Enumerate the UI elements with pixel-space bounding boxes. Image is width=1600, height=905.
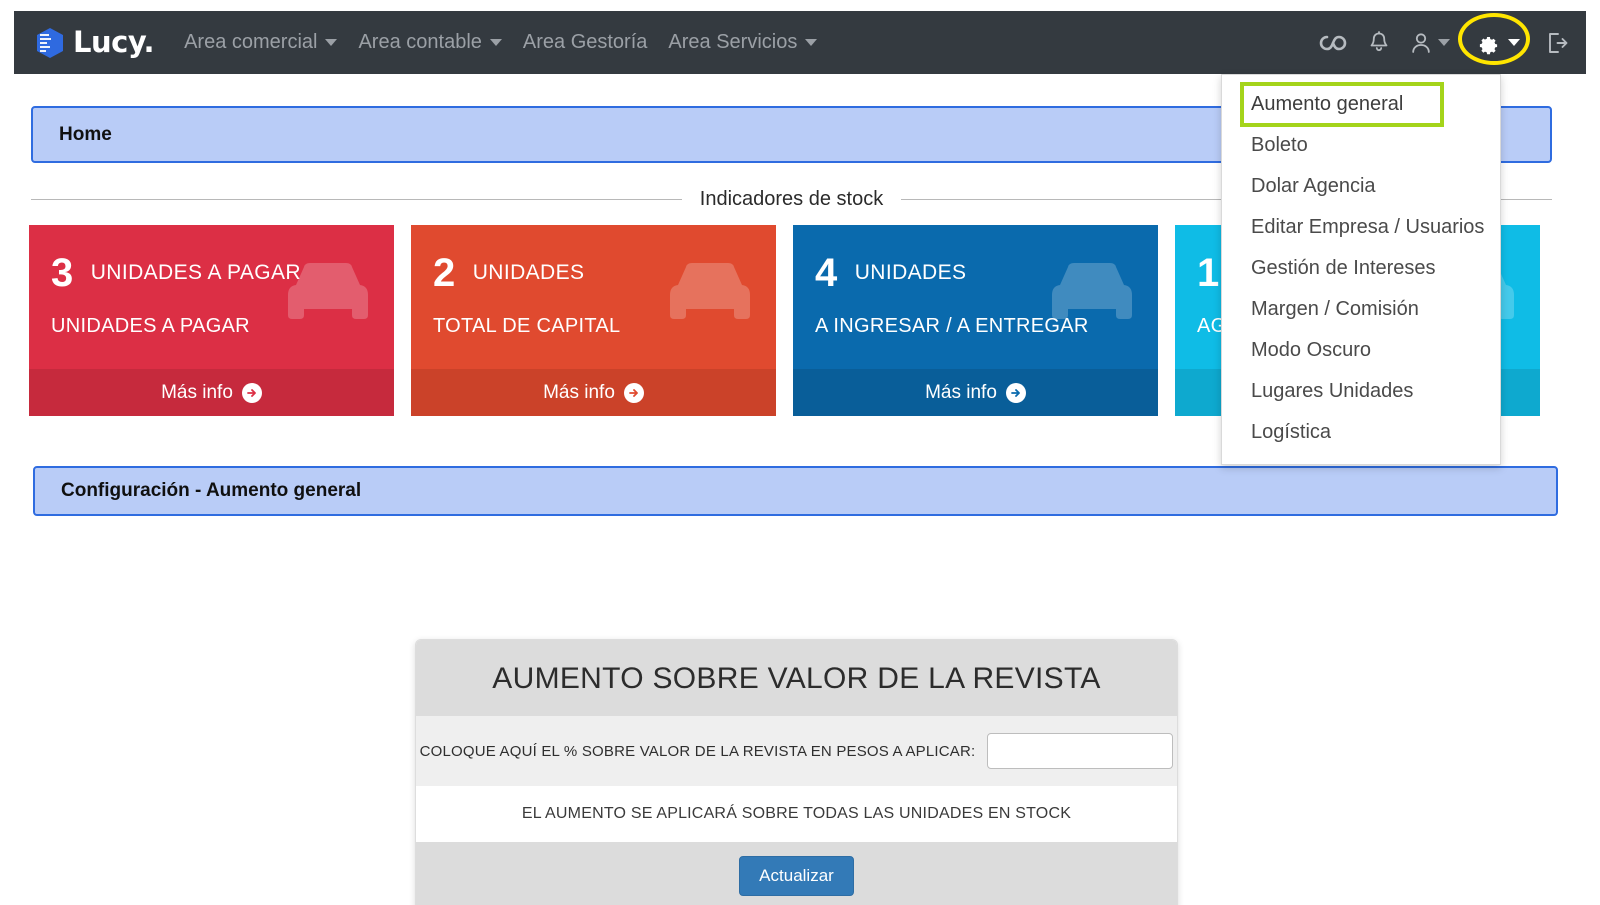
chevron-down-icon (805, 39, 818, 46)
card-body: 2 UNIDADES TOTAL DE CAPITAL (411, 225, 776, 369)
nav-item-area-servicios[interactable]: Area Servicios (668, 31, 818, 54)
nav-item-area-comercial[interactable]: Area comercial (184, 31, 338, 54)
nav-item-area-gestoria[interactable]: Area Gestoría (523, 31, 648, 54)
card-more-info-button[interactable]: Más info (411, 369, 776, 416)
card-more-info-label: Más info (925, 381, 997, 403)
brand-logo[interactable]: Lucy. (36, 25, 155, 59)
nav-item-area-contable[interactable]: Area contable (358, 31, 502, 54)
navbar-actions (1319, 12, 1568, 65)
nav-label: Area contable (358, 31, 482, 53)
percentage-field-label: COLOQUE AQUÍ EL % SOBRE VALOR DE LA REVI… (419, 742, 976, 760)
settings-menu-button[interactable] (1458, 12, 1530, 65)
nav-label: Area Servicios (668, 31, 798, 53)
gear-icon (1476, 31, 1500, 55)
stock-card-total-de-capital[interactable]: 2 UNIDADES TOTAL DE CAPITAL Más info (411, 225, 776, 416)
dropdown-item-editar-empresa-usuarios[interactable]: Editar Empresa / Usuarios (1222, 207, 1500, 248)
settings-dropdown-menu: Aumento general Boleto Dolar Agencia Edi… (1221, 74, 1501, 465)
card-unit-label: UNIDADES A PAGAR (90, 261, 301, 284)
card-number: 2 (433, 251, 456, 295)
card-body: 4 UNIDADES A INGRESAR / A ENTREGAR (793, 225, 1158, 369)
divider-line-left (31, 199, 682, 200)
card-number: 4 (815, 251, 838, 295)
chevron-down-icon (1508, 39, 1520, 46)
card-unit-label: UNIDADES (854, 261, 967, 284)
card-more-info-button[interactable]: Más info (29, 369, 394, 416)
brand-name: Lucy. (73, 25, 155, 59)
card-more-info-label: Más info (161, 381, 233, 403)
dropdown-item-gestion-de-intereses[interactable]: Gestión de Intereses (1222, 248, 1500, 289)
bell-icon[interactable] (1369, 30, 1389, 55)
card-more-info-button[interactable]: Más info (793, 369, 1158, 416)
config-panel-title: Configuración - Aumento general (61, 480, 362, 501)
card-more-info-label: Más info (543, 381, 615, 403)
car-icon (658, 257, 762, 336)
actualizar-button[interactable]: Actualizar (739, 856, 854, 896)
dropdown-item-boleto[interactable]: Boleto (1222, 125, 1500, 166)
divider-label: Indicadores de stock (699, 188, 884, 210)
logout-icon[interactable] (1546, 31, 1568, 55)
chevron-down-icon (325, 39, 338, 46)
lucy-hex-logo-icon (36, 27, 64, 58)
dropdown-item-margen-comision[interactable]: Margen / Comisión (1222, 289, 1500, 330)
arrow-right-icon (1005, 382, 1026, 403)
page-title: Home (59, 123, 112, 145)
stock-card-unidades-a-pagar[interactable]: 3 UNIDADES A PAGAR UNIDADES A PAGAR Más … (29, 225, 394, 416)
app-page: Lucy. Area comercial Area contable Area … (0, 0, 1600, 905)
form-note: EL AUMENTO SE APLICARÁ SOBRE TODAS LAS U… (416, 786, 1177, 842)
dropdown-item-dolar-agencia[interactable]: Dolar Agencia (1222, 166, 1500, 207)
aumento-general-form: AUMENTO SOBRE VALOR DE LA REVISTA COLOQU… (415, 639, 1178, 905)
infinity-icon[interactable] (1319, 33, 1347, 53)
percentage-input[interactable] (987, 733, 1174, 769)
form-footer: Actualizar (416, 842, 1177, 905)
car-icon (1040, 257, 1144, 336)
card-number: 3 (51, 251, 74, 295)
nav-label: Area Gestoría (522, 31, 648, 53)
card-number: 1 (1197, 251, 1220, 295)
primary-nav: Area comercial Area contable Area Gestor… (184, 31, 818, 54)
config-panel-header: Configuración - Aumento general (33, 466, 1558, 516)
card-unit-label: UNIDADES (472, 261, 585, 284)
arrow-right-icon (623, 382, 644, 403)
user-menu-button[interactable] (1411, 32, 1450, 54)
chevron-down-icon (489, 39, 502, 46)
user-icon (1411, 32, 1431, 54)
dropdown-item-logistica[interactable]: Logística (1222, 412, 1500, 453)
top-navbar: Lucy. Area comercial Area contable Area … (14, 11, 1586, 74)
dropdown-item-modo-oscuro[interactable]: Modo Oscuro (1222, 330, 1500, 371)
form-title: AUMENTO SOBRE VALOR DE LA REVISTA (416, 640, 1177, 716)
card-body: 3 UNIDADES A PAGAR UNIDADES A PAGAR (29, 225, 394, 369)
chevron-down-icon (1438, 39, 1450, 46)
form-field-row: COLOQUE AQUÍ EL % SOBRE VALOR DE LA REVI… (416, 716, 1177, 786)
dropdown-item-lugares-unidades[interactable]: Lugares Unidades (1222, 371, 1500, 412)
car-icon (276, 257, 380, 336)
nav-label: Area comercial (184, 31, 318, 53)
stock-card-a-ingresar-a-entregar[interactable]: 4 UNIDADES A INGRESAR / A ENTREGAR Más i… (793, 225, 1158, 416)
dropdown-item-aumento-general[interactable]: Aumento general (1240, 82, 1444, 127)
arrow-right-icon (241, 382, 262, 403)
